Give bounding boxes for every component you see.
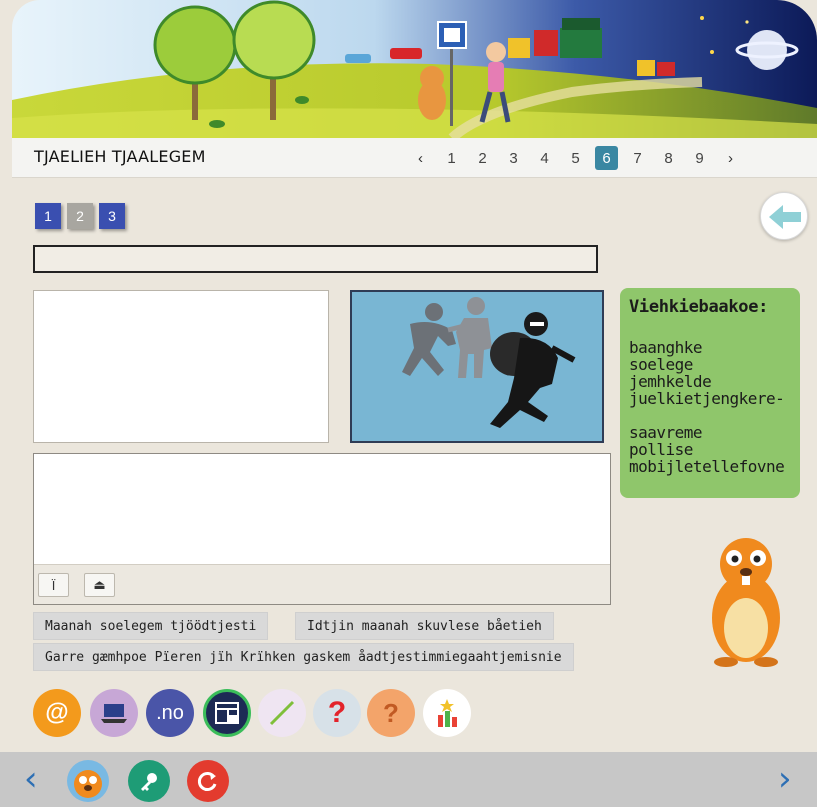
word-item: juelkietjengkere- (629, 389, 785, 408)
collapse-button[interactable]: ⏏ (84, 573, 115, 597)
refresh-icon[interactable] (187, 760, 229, 802)
page-2[interactable]: 2 (467, 146, 498, 170)
page-4[interactable]: 4 (529, 146, 560, 170)
key-glyph-icon (141, 773, 157, 791)
layout-icon[interactable] (203, 689, 251, 737)
layout-glyph-icon (215, 702, 239, 724)
title-bar: TJAELIEH TJAALEGEM ‹ 1 2 3 4 5 6 7 8 9 › (12, 138, 817, 178)
bottom-navigation-bar: ‹ › (0, 752, 817, 807)
word-bank-panel: Viehkiebaakoe: baanghke soelege jemhkeld… (620, 288, 800, 498)
email-icon[interactable]: @ (33, 689, 81, 737)
task-tab-2[interactable]: 2 (67, 203, 93, 229)
word-item: soelege (629, 355, 693, 374)
laptop-glyph-icon (101, 704, 127, 723)
word-item: pollise (629, 440, 693, 459)
beaver-face-icon (74, 770, 102, 798)
special-char-button[interactable]: Ï (38, 573, 69, 597)
task-tabs: 1 2 3 (35, 203, 125, 229)
editor-toolbar: Ï ⏏ (34, 564, 610, 604)
question-icon[interactable]: ? (313, 689, 361, 737)
pencil-glyph-icon (269, 700, 295, 726)
editor-text-area[interactable] (34, 454, 610, 564)
refresh-glyph-icon (197, 772, 217, 791)
text-box[interactable] (33, 290, 329, 443)
text-editor: Ï ⏏ (33, 453, 611, 605)
pencil-icon[interactable] (258, 689, 306, 737)
no-domain-icon[interactable]: .no (146, 689, 194, 737)
theft-scene-illustration (402, 297, 576, 428)
word-item: jemhkelde (629, 372, 712, 391)
page-3[interactable]: 3 (498, 146, 529, 170)
app-window: TJAELIEH TJAALEGEM ‹ 1 2 3 4 5 6 7 8 9 ›… (0, 0, 817, 807)
word-item: saavreme (629, 423, 703, 442)
page-7[interactable]: 7 (622, 146, 653, 170)
action-button-2[interactable]: Idtjin maanah skuvlese båetieh (295, 612, 554, 640)
mascot-image (702, 536, 788, 668)
page-pagination: ‹ 1 2 3 4 5 6 7 8 9 › (405, 145, 746, 171)
header-banner (12, 0, 817, 138)
page-9[interactable]: 9 (684, 146, 715, 170)
bar-chart-glyph-icon (438, 699, 457, 727)
next-page-arrow-icon[interactable]: › (778, 762, 792, 796)
page-5[interactable]: 5 (560, 146, 591, 170)
lesson-title: TJAELIEH TJAALEGEM (34, 147, 206, 166)
beaver-mascot-icon (712, 538, 780, 667)
arrow-left-icon (769, 205, 801, 229)
task-tab-3[interactable]: 3 (99, 203, 125, 229)
page-6-active[interactable]: 6 (595, 146, 618, 170)
chart-icon[interactable] (423, 689, 471, 737)
pager-prev-icon[interactable]: ‹ (405, 146, 436, 170)
word-item: mobijletellefovne (629, 457, 785, 476)
page-8[interactable]: 8 (653, 146, 684, 170)
back-arrow-button[interactable] (760, 192, 808, 240)
pager-next-icon[interactable]: › (715, 146, 746, 170)
action-button-1[interactable]: Maanah soelegem tjöödtjesti (33, 612, 269, 640)
prev-page-arrow-icon[interactable]: ‹ (24, 762, 38, 796)
scene-image (350, 290, 604, 443)
task-tab-1[interactable]: 1 (35, 203, 61, 229)
page-1[interactable]: 1 (436, 146, 467, 170)
word-item: baanghke (629, 338, 703, 357)
key-icon[interactable] (128, 760, 170, 802)
avatar-icon[interactable] (67, 760, 109, 802)
laptop-icon[interactable] (90, 689, 138, 737)
word-bank-title: Viehkiebaakoe: (629, 297, 769, 317)
banner-illustration (12, 0, 817, 138)
help-icon[interactable]: ? (367, 689, 415, 737)
action-button-3[interactable]: Garre gæmhpoe Pïeren jïh Krïhken gaskem … (33, 643, 574, 671)
answer-input-box[interactable] (33, 245, 598, 273)
